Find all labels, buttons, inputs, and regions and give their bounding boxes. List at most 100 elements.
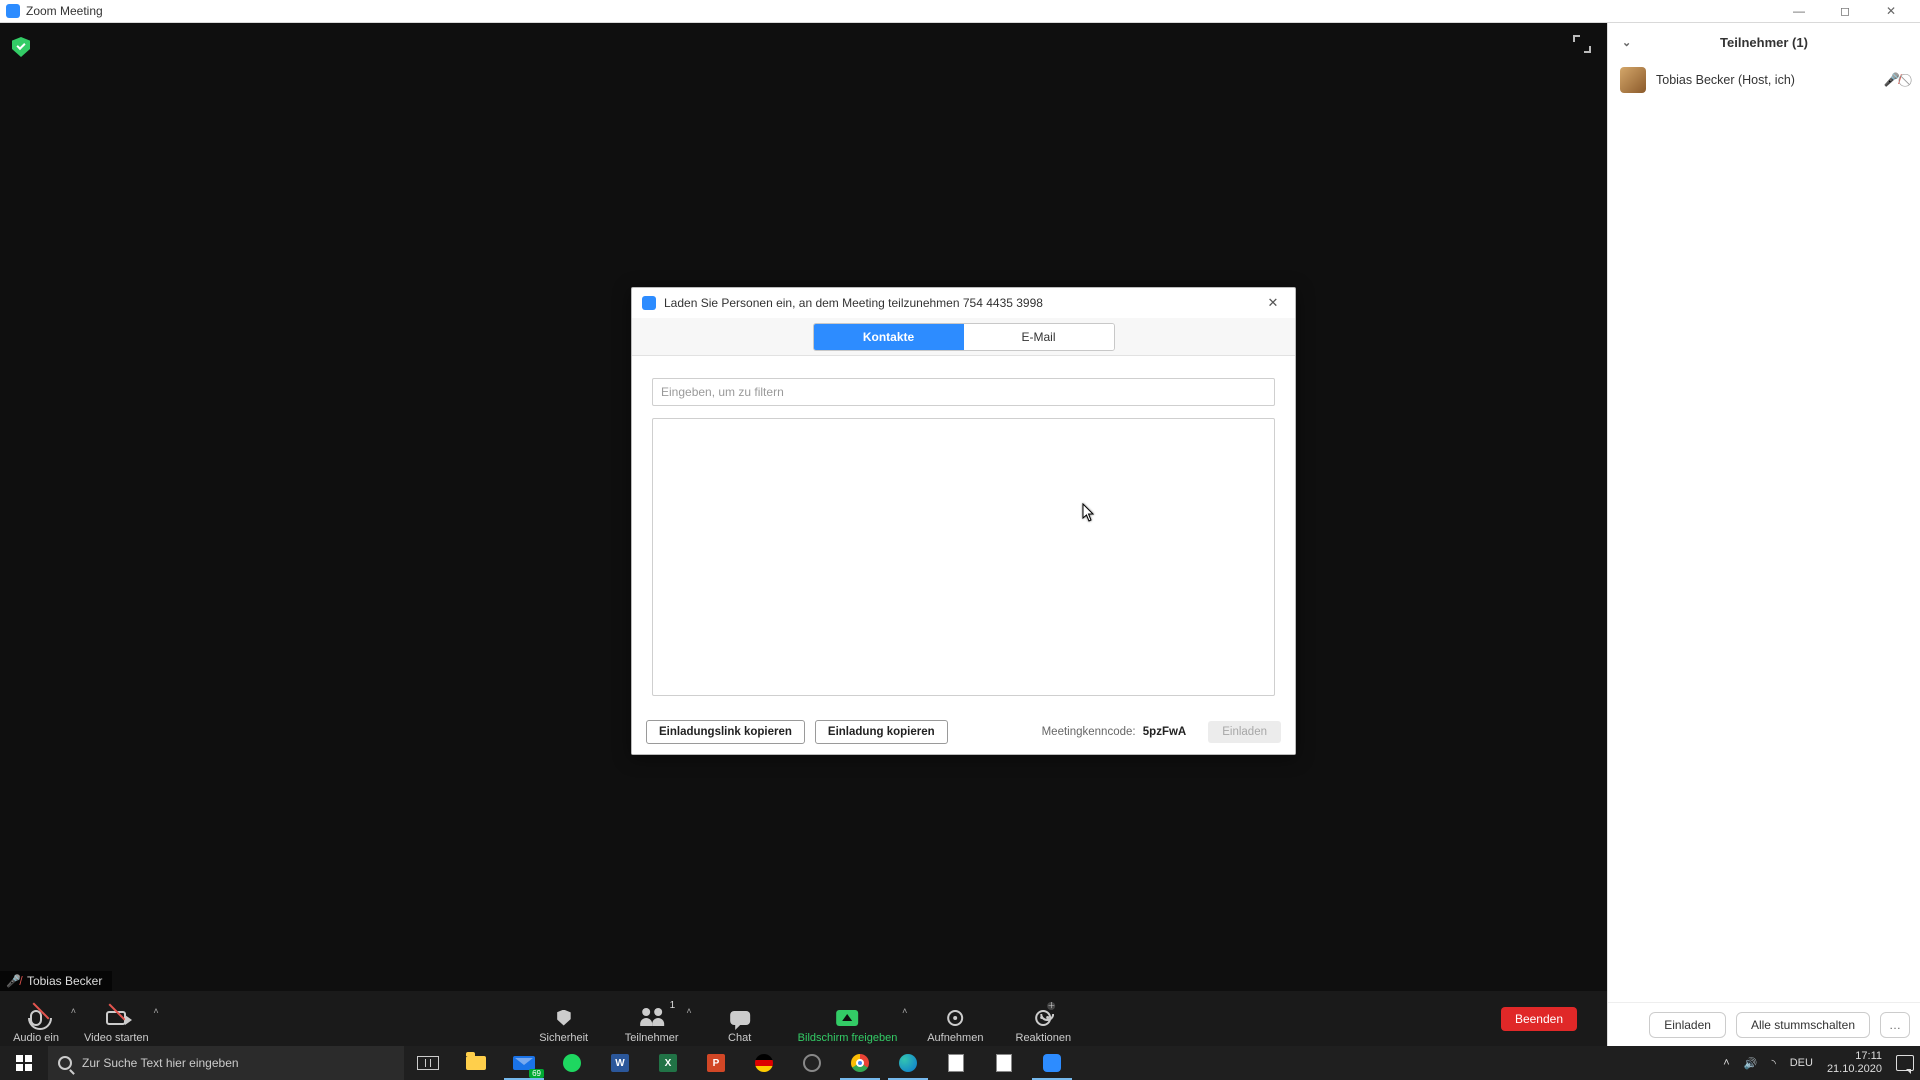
tab-contacts[interactable]: Kontakte: [814, 324, 964, 350]
chat-button[interactable]: Chat: [710, 994, 770, 1044]
more-button[interactable]: …: [1880, 1012, 1910, 1038]
chat-label: Chat: [728, 1032, 751, 1044]
security-button[interactable]: Sicherheit: [534, 994, 594, 1044]
file-explorer-icon[interactable]: [452, 1046, 500, 1080]
spotify-icon[interactable]: [548, 1046, 596, 1080]
audio-label: Audio ein: [13, 1032, 59, 1044]
window-titlebar: Zoom Meeting — ◻ ✕: [0, 0, 1920, 23]
window-title: Zoom Meeting: [26, 4, 103, 18]
invite-button[interactable]: Einladen: [1649, 1012, 1726, 1038]
excel-icon[interactable]: X: [644, 1046, 692, 1080]
mail-icon[interactable]: 69: [500, 1046, 548, 1080]
record-label: Aufnehmen: [927, 1032, 983, 1044]
close-icon[interactable]: ✕: [1261, 291, 1285, 315]
invite-dialog: Laden Sie Personen ein, an dem Meeting t…: [631, 287, 1296, 755]
chevron-up-icon[interactable]: ˄: [686, 1006, 691, 1016]
search-placeholder: Zur Suche Text hier eingeben: [82, 1056, 239, 1070]
invite-submit-button[interactable]: Einladen: [1208, 721, 1281, 743]
shield-icon: [557, 1010, 571, 1026]
record-button[interactable]: Aufnehmen: [925, 994, 985, 1044]
mic-muted-icon: 🎤̸: [1884, 72, 1900, 88]
zoom-taskbar-icon[interactable]: [1028, 1046, 1076, 1080]
invite-dialog-footer: Einladungslink kopieren Einladung kopier…: [632, 710, 1295, 754]
meeting-toolbar: Audio ein ˄ Video starten ˄ Sicherheit 1…: [0, 991, 1607, 1046]
copy-invitation-button[interactable]: Einladung kopieren: [815, 720, 948, 744]
keyboard-language[interactable]: DEU: [1790, 1057, 1813, 1069]
self-name-tag: 🎤̸ Tobias Becker: [0, 971, 112, 991]
windows-taskbar: Zur Suche Text hier eingeben 69 W X P ˄ …: [0, 1046, 1920, 1080]
share-screen-button[interactable]: Bildschirm freigeben ˄: [798, 994, 898, 1044]
window-maximize-button[interactable]: ◻: [1822, 0, 1868, 23]
germany-icon[interactable]: [740, 1046, 788, 1080]
notifications-icon[interactable]: [1896, 1055, 1914, 1071]
search-icon: [58, 1056, 72, 1070]
contact-filter-input[interactable]: [652, 378, 1275, 406]
clock-time: 17:11: [1827, 1050, 1882, 1063]
avatar: [1620, 67, 1646, 93]
participants-count: 1: [670, 1000, 676, 1011]
notepad-icon[interactable]: [932, 1046, 980, 1080]
smile-icon: [1035, 1010, 1051, 1026]
powerpoint-icon[interactable]: P: [692, 1046, 740, 1080]
wifi-icon[interactable]: ◝: [1771, 1057, 1775, 1070]
people-icon: [640, 1010, 664, 1026]
edge-icon[interactable]: [884, 1046, 932, 1080]
notepad2-icon[interactable]: [980, 1046, 1028, 1080]
video-label: Video starten: [84, 1032, 149, 1044]
taskview-icon[interactable]: [404, 1046, 452, 1080]
chat-icon: [730, 1011, 750, 1025]
reactions-button[interactable]: ＋ Reaktionen: [1013, 994, 1073, 1044]
reactions-label: Reaktionen: [1016, 1032, 1072, 1044]
leave-button[interactable]: Beenden: [1501, 1007, 1577, 1031]
self-name-label: Tobias Becker: [27, 974, 102, 988]
record-icon: [947, 1010, 963, 1026]
participants-panel-title: Teilnehmer (1): [1720, 35, 1808, 50]
chevron-up-icon[interactable]: ˄: [902, 1006, 907, 1016]
system-tray: ˄ 🔊 ◝ DEU 17:11 21.10.2020: [1717, 1046, 1920, 1080]
participants-panel: ⌄ Teilnehmer (1) Tobias Becker (Host, ic…: [1607, 23, 1920, 1046]
mute-all-button[interactable]: Alle stummschalten: [1736, 1012, 1870, 1038]
video-button[interactable]: Video starten ˄: [84, 994, 149, 1044]
volume-icon[interactable]: 🔊: [1744, 1057, 1758, 1070]
contact-list[interactable]: [652, 418, 1275, 696]
word-icon[interactable]: W: [596, 1046, 644, 1080]
plus-icon: ＋: [1047, 1002, 1055, 1010]
passcode-value: 5pzFwA: [1143, 726, 1186, 738]
share-icon: [837, 1010, 859, 1026]
participant-row[interactable]: Tobias Becker (Host, ich) 🎤̸ ⃠: [1608, 61, 1920, 99]
taskbar-clock[interactable]: 17:11 21.10.2020: [1827, 1050, 1882, 1076]
tab-email[interactable]: E-Mail: [964, 324, 1114, 350]
zoom-icon: [642, 296, 656, 310]
share-label: Bildschirm freigeben: [798, 1032, 898, 1044]
meeting-passcode: Meetingkenncode: 5pzFwA: [1042, 726, 1187, 738]
participants-button[interactable]: 1 Teilnehmer ˄: [622, 994, 682, 1044]
participants-panel-footer: Einladen Alle stummschalten …: [1608, 1002, 1920, 1046]
fullscreen-icon[interactable]: [1573, 35, 1591, 53]
chevron-up-icon[interactable]: ˄: [71, 1006, 76, 1016]
security-label: Sicherheit: [539, 1032, 588, 1044]
start-button[interactable]: [0, 1046, 48, 1080]
participants-label: Teilnehmer: [625, 1032, 679, 1044]
chevron-down-icon[interactable]: ⌄: [1622, 36, 1631, 49]
camera-off-icon: [106, 1011, 126, 1025]
mic-muted-icon: 🎤̸: [6, 974, 21, 988]
chrome-icon[interactable]: [836, 1046, 884, 1080]
invite-dialog-body: [632, 356, 1295, 710]
window-close-button[interactable]: ✕: [1868, 0, 1914, 23]
obs-icon[interactable]: [788, 1046, 836, 1080]
clock-date: 21.10.2020: [1827, 1063, 1882, 1076]
copy-link-button[interactable]: Einladungslink kopieren: [646, 720, 805, 744]
participants-panel-header: ⌄ Teilnehmer (1): [1608, 23, 1920, 61]
encryption-shield-icon[interactable]: [12, 37, 30, 57]
participant-name: Tobias Becker (Host, ich): [1656, 73, 1795, 87]
tray-chevron-icon[interactable]: ˄: [1723, 1057, 1729, 1069]
window-minimize-button[interactable]: —: [1776, 0, 1822, 23]
chevron-up-icon[interactable]: ˄: [153, 1006, 158, 1016]
invite-tabs: Kontakte E-Mail: [632, 318, 1295, 356]
invite-dialog-title: Laden Sie Personen ein, an dem Meeting t…: [664, 296, 1043, 310]
mail-badge: 69: [529, 1069, 544, 1078]
mic-muted-icon: [30, 1010, 42, 1026]
audio-button[interactable]: Audio ein ˄: [6, 994, 66, 1044]
taskbar-search[interactable]: Zur Suche Text hier eingeben: [48, 1046, 404, 1080]
passcode-label: Meetingkenncode:: [1042, 726, 1136, 738]
